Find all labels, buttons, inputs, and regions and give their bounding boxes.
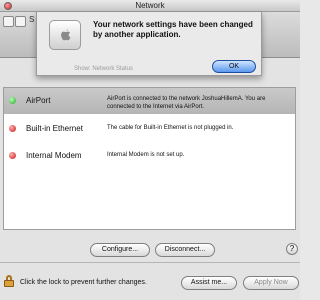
service-name: Built-in Ethernet [26, 124, 83, 133]
service-description: Internal Modem is not set up. [107, 152, 185, 158]
status-disconnected-icon [9, 125, 16, 132]
divider [0, 262, 300, 263]
alert-message: Your network settings have been changed … [93, 20, 253, 39]
show-popup[interactable]: S [29, 15, 34, 24]
service-description: The cable for Built-in Ethernet is not p… [107, 125, 234, 131]
network-service-list: AirPort AirPort is connected to the netw… [3, 87, 296, 230]
help-button[interactable]: ? [286, 243, 298, 255]
window-titlebar: Network [0, 0, 300, 12]
list-item-internal-modem[interactable]: Internal Modem Internal Modem is not set… [4, 143, 295, 169]
lock-icon[interactable] [4, 275, 14, 287]
forward-button[interactable] [15, 16, 26, 27]
configure-button[interactable]: Configure... [90, 243, 150, 257]
ok-button[interactable]: OK [212, 60, 256, 73]
status-connected-icon [9, 97, 16, 104]
network-prefs-icon [49, 20, 81, 50]
status-disconnected-icon [9, 152, 16, 159]
window-title: Network [135, 1, 165, 10]
apple-logo-icon [61, 29, 71, 41]
list-item-built-in-ethernet[interactable]: Built-in Ethernet The cable for Built-in… [4, 116, 295, 142]
service-name: Internal Modem [26, 151, 82, 160]
lock-label: Click the lock to prevent further change… [20, 279, 147, 286]
apply-now-button[interactable]: Apply Now [243, 276, 299, 290]
list-item-airport[interactable]: AirPort AirPort is connected to the netw… [4, 88, 295, 114]
assist-me-button[interactable]: Assist me... [181, 276, 237, 290]
alert-sheet: Your network settings have been changed … [36, 12, 262, 76]
service-description: AirPort is connected to the network Josh… [107, 96, 266, 110]
service-name: AirPort [26, 96, 51, 105]
show-popup-behind: Show: Network Status [74, 66, 134, 72]
disconnect-button[interactable]: Disconnect... [155, 243, 215, 257]
back-button[interactable] [3, 16, 14, 27]
